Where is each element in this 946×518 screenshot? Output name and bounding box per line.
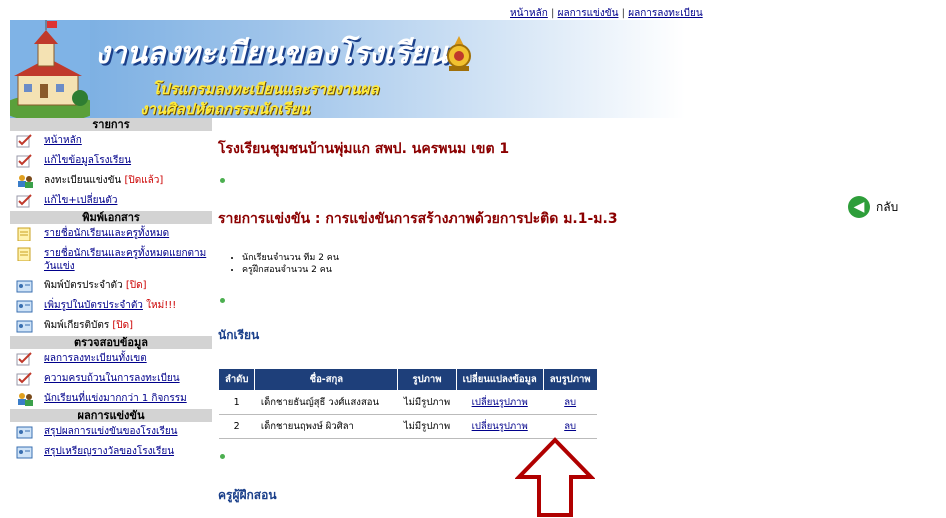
sidebar-item-label[interactable]: เพิ่มรูปในบัตรประจำตัว bbox=[44, 300, 143, 311]
sidebar-item-label: พิมพ์บัตรประจำตัว bbox=[44, 280, 123, 291]
sidebar-item-label: ลงทะเบียนแข่งขัน bbox=[44, 175, 122, 186]
sidebar-item-register: ลงทะเบียนแข่งขัน [ปิดแล้ว] bbox=[10, 171, 212, 191]
header-banner: งานลงทะเบียนของโรงเรียน โปรแกรมลงทะเบียน… bbox=[10, 20, 760, 118]
sidebar-item-home[interactable]: หน้าหลัก bbox=[10, 131, 212, 151]
students-table: ลำดับ ชื่อ-สกุล รูปภาพ เปลี่ยนแปลงข้อมูล… bbox=[217, 368, 598, 439]
change-photo-link[interactable]: เปลี่ยนรูปภาพ bbox=[472, 397, 528, 408]
pencil-check-icon bbox=[16, 194, 32, 208]
back-label: กลับ bbox=[876, 199, 899, 214]
competition-title: รายการแข่งขัน : การแข่งขันการสร้างภาพด้ว… bbox=[218, 211, 618, 227]
top-link-registration[interactable]: ผลการลงทะเบียน bbox=[628, 8, 702, 19]
cell-no: 2 bbox=[218, 414, 255, 439]
sidebar-item-label[interactable]: ความครบถ้วนในการลงทะเบียน bbox=[44, 372, 180, 385]
pencil-check-icon bbox=[16, 352, 32, 366]
summary-list: นักเรียนจำนวน ทีม 2 คน ครูฝึกสอนจำนวน 2 … bbox=[228, 252, 339, 276]
top-link-results[interactable]: ผลการแข่งขัน bbox=[558, 8, 619, 19]
cell-change: เปลี่ยนรูปภาพ bbox=[456, 414, 544, 439]
sidebar-item-label[interactable]: แก้ไข+เปลี่ยนตัว bbox=[44, 194, 117, 207]
sidebar-item-completeness[interactable]: ความครบถ้วนในการลงทะเบียน bbox=[10, 369, 212, 389]
sidebar-item-school-results[interactable]: สรุปผลการแข่งขันของโรงเรียน bbox=[10, 422, 212, 442]
status-badge: [ปิด] bbox=[112, 320, 134, 331]
sidebar-item-medals[interactable]: สรุปเหรียญรางวัลของโรงเรียน bbox=[10, 442, 212, 462]
pencil-check-icon bbox=[16, 372, 32, 386]
school-title: โรงเรียนชุมชนบ้านพุ่มแก สพป. นครพนม เขต … bbox=[218, 141, 510, 157]
col-header-photo: รูปภาพ bbox=[397, 368, 457, 391]
col-header-delete: ลบรูปภาพ bbox=[542, 368, 598, 391]
sidebar-item-print-certificate: พิมพ์เกียรติบัตร [ปิด] bbox=[10, 316, 212, 336]
students-heading: นักเรียน bbox=[218, 328, 260, 342]
sidebar-item-list-by-day[interactable]: รายชื่อนักเรียนและครูทั้งหมดแยกตามวันแข่… bbox=[10, 244, 212, 276]
sidebar-item-all-list[interactable]: รายชื่อนักเรียนและครูทั้งหมด bbox=[10, 224, 212, 244]
banner-title: งานลงทะเบียนของโรงเรียน bbox=[95, 36, 448, 71]
users-icon bbox=[18, 393, 33, 406]
school-building-icon bbox=[10, 20, 90, 118]
sidebar-item-label[interactable]: รายชื่อนักเรียนและครูทั้งหมดแยกตามวันแข่… bbox=[44, 247, 212, 273]
sidebar-item-print-card: พิมพ์บัตรประจำตัว [ปิด] bbox=[10, 276, 212, 296]
arrow-left-icon: ◀ bbox=[848, 196, 870, 218]
sidebar-item-edit-school[interactable]: แก้ไขข้อมูลโรงเรียน bbox=[10, 151, 212, 171]
card-icon bbox=[16, 320, 33, 333]
cell-delete: ลบ bbox=[543, 390, 598, 415]
list-item: ครูฝึกสอนจำนวน 2 คน bbox=[242, 264, 339, 276]
cell-no: 1 bbox=[218, 390, 255, 415]
cell-delete: ลบ bbox=[543, 414, 598, 439]
bullet-dot-icon bbox=[220, 298, 225, 303]
top-nav: หน้าหลัก | ผลการแข่งขัน | ผลการลงทะเบียน bbox=[510, 8, 703, 19]
status-badge: [ปิดแล้ว] bbox=[124, 175, 164, 186]
table-header-row: ลำดับ ชื่อ-สกุล รูปภาพ เปลี่ยนแปลงข้อมูล… bbox=[217, 368, 598, 391]
table-row: 1 เด็กชายธันญ์สุธี วงศ์แสงสอน ไม่มีรูปภา… bbox=[218, 390, 598, 415]
sidebar-item-label[interactable]: รายชื่อนักเรียนและครูทั้งหมด bbox=[44, 227, 169, 240]
delete-photo-link[interactable]: ลบ bbox=[564, 397, 576, 408]
col-header-name: ชื่อ-สกุล bbox=[254, 368, 399, 391]
sidebar-item-edit-change[interactable]: แก้ไข+เปลี่ยนตัว bbox=[10, 191, 212, 211]
change-photo-link[interactable]: เปลี่ยนรูปภาพ bbox=[472, 421, 528, 432]
school-emblem-icon bbox=[447, 36, 471, 71]
up-arrow-icon bbox=[515, 437, 595, 517]
sidebar-item-label[interactable]: ผลการลงทะเบียนทั้งเขต bbox=[44, 352, 147, 365]
sidebar-item-district-results[interactable]: ผลการลงทะเบียนทั้งเขต bbox=[10, 349, 212, 369]
col-header-change: เปลี่ยนแปลงข้อมูล bbox=[455, 368, 544, 391]
pencil-check-icon bbox=[16, 154, 32, 168]
bullet-dot-icon bbox=[220, 454, 225, 459]
cell-change: เปลี่ยนรูปภาพ bbox=[456, 390, 544, 415]
card-icon bbox=[16, 300, 33, 313]
sidebar-item-label[interactable]: แก้ไขข้อมูลโรงเรียน bbox=[44, 154, 131, 167]
sidebar-section-check: ตรวจสอบข้อมูล bbox=[10, 336, 212, 349]
new-badge: ใหม่!!! bbox=[146, 300, 177, 311]
sidebar: รายการ หน้าหลัก แก้ไขข้อมูลโรงเรียน ลงทะ… bbox=[10, 118, 212, 462]
card-icon bbox=[16, 280, 33, 293]
document-icon bbox=[17, 247, 31, 261]
teachers-heading: ครูผู้ฝึกสอน bbox=[218, 488, 277, 502]
users-icon bbox=[18, 175, 33, 188]
top-link-home[interactable]: หน้าหลัก bbox=[510, 8, 548, 19]
sidebar-item-multi-activity[interactable]: นักเรียนที่แข่งมากกว่า 1 กิจกรรม bbox=[10, 389, 212, 409]
status-badge: [ปิด] bbox=[125, 280, 147, 291]
sidebar-item-label: พิมพ์เกียรติบัตร bbox=[44, 320, 110, 331]
card-icon bbox=[16, 426, 33, 439]
cell-name: เด็กชายนฤพงษ์ ผิวศิลา bbox=[254, 414, 398, 439]
sidebar-section-results: ผลการแข่งขัน bbox=[10, 409, 212, 422]
pencil-check-icon bbox=[16, 134, 32, 148]
sidebar-section-print: พิมพ์เอกสาร bbox=[10, 211, 212, 224]
sidebar-item-label[interactable]: นักเรียนที่แข่งมากกว่า 1 กิจกรรม bbox=[44, 392, 187, 405]
col-header-no: ลำดับ bbox=[217, 368, 256, 391]
bullet-dot-icon bbox=[220, 178, 225, 183]
card-icon bbox=[16, 446, 33, 459]
back-button[interactable]: ◀ กลับ bbox=[848, 196, 898, 218]
delete-photo-link[interactable]: ลบ bbox=[564, 421, 576, 432]
table-row: 2 เด็กชายนฤพงษ์ ผิวศิลา ไม่มีรูปภาพ เปลี… bbox=[218, 414, 598, 439]
cell-name: เด็กชายธันญ์สุธี วงศ์แสงสอน bbox=[254, 390, 398, 415]
cell-photo: ไม่มีรูปภาพ bbox=[397, 414, 457, 439]
sidebar-item-label[interactable]: สรุปเหรียญรางวัลของโรงเรียน bbox=[44, 445, 174, 458]
sidebar-section-menu: รายการ bbox=[10, 118, 212, 131]
sidebar-item-add-photo[interactable]: เพิ่มรูปในบัตรประจำตัว ใหม่!!! bbox=[10, 296, 212, 316]
cell-photo: ไม่มีรูปภาพ bbox=[397, 390, 457, 415]
list-item: นักเรียนจำนวน ทีม 2 คน bbox=[242, 252, 339, 264]
banner-subtitle-2: งานศิลปหัตถกรรมนักเรียน bbox=[140, 100, 310, 118]
sidebar-item-label[interactable]: หน้าหลัก bbox=[44, 134, 82, 147]
sidebar-item-label[interactable]: สรุปผลการแข่งขันของโรงเรียน bbox=[44, 425, 178, 438]
document-icon bbox=[17, 227, 31, 241]
